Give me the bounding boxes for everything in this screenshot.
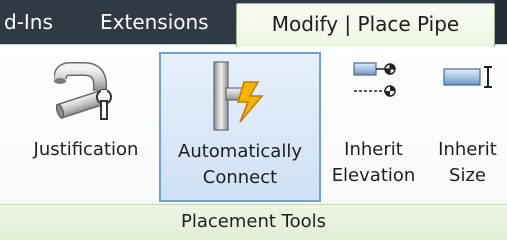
- tab-bar-edge: [495, 0, 507, 44]
- ribbon: d-Ins Extensions Modify | Place Pipe Jus…: [0, 0, 507, 240]
- ribbon-tab-bar: d-Ins Extensions Modify | Place Pipe: [0, 0, 507, 47]
- automatically-connect-label: Automatically Connect: [161, 139, 319, 191]
- panel-title: Placement Tools: [181, 211, 326, 232]
- inherit-elevation-label-line1: Inherit: [344, 139, 403, 160]
- inherit-elevation-label: Inherit Elevation: [322, 137, 425, 189]
- justification-button[interactable]: Justification: [14, 51, 158, 203]
- automatically-connect-button[interactable]: Automatically Connect: [159, 52, 321, 202]
- justification-label: Justification: [14, 137, 158, 163]
- inherit-size-label-line2: Size: [449, 165, 486, 186]
- automatically-connect-label-line2: Connect: [202, 167, 278, 188]
- placement-tools-panel: Justification Automatically Connect Inhe…: [0, 44, 507, 204]
- inherit-elevation-button[interactable]: Inherit Elevation: [322, 51, 425, 203]
- inherit-elevation-icon: [348, 57, 400, 111]
- inherit-size-label-line1: Inherit: [438, 139, 497, 160]
- panel-title-bar: Placement Tools: [0, 204, 507, 240]
- inherit-size-label: Inherit Size: [428, 137, 507, 189]
- tab-modify-place-pipe[interactable]: Modify | Place Pipe: [236, 3, 495, 47]
- inherit-size-button[interactable]: Inherit Size: [428, 51, 507, 203]
- justification-label-line1: Justification: [33, 139, 139, 160]
- inherit-size-icon: [440, 57, 496, 111]
- inherit-elevation-label-line2: Elevation: [331, 165, 416, 186]
- automatically-connect-label-line1: Automatically: [178, 141, 302, 162]
- pipe-wrench-icon: [53, 57, 118, 131]
- tab-extensions[interactable]: Extensions: [100, 0, 209, 44]
- pipe-connect-lightning-icon: [210, 60, 270, 136]
- tab-add-ins[interactable]: d-Ins: [4, 0, 53, 44]
